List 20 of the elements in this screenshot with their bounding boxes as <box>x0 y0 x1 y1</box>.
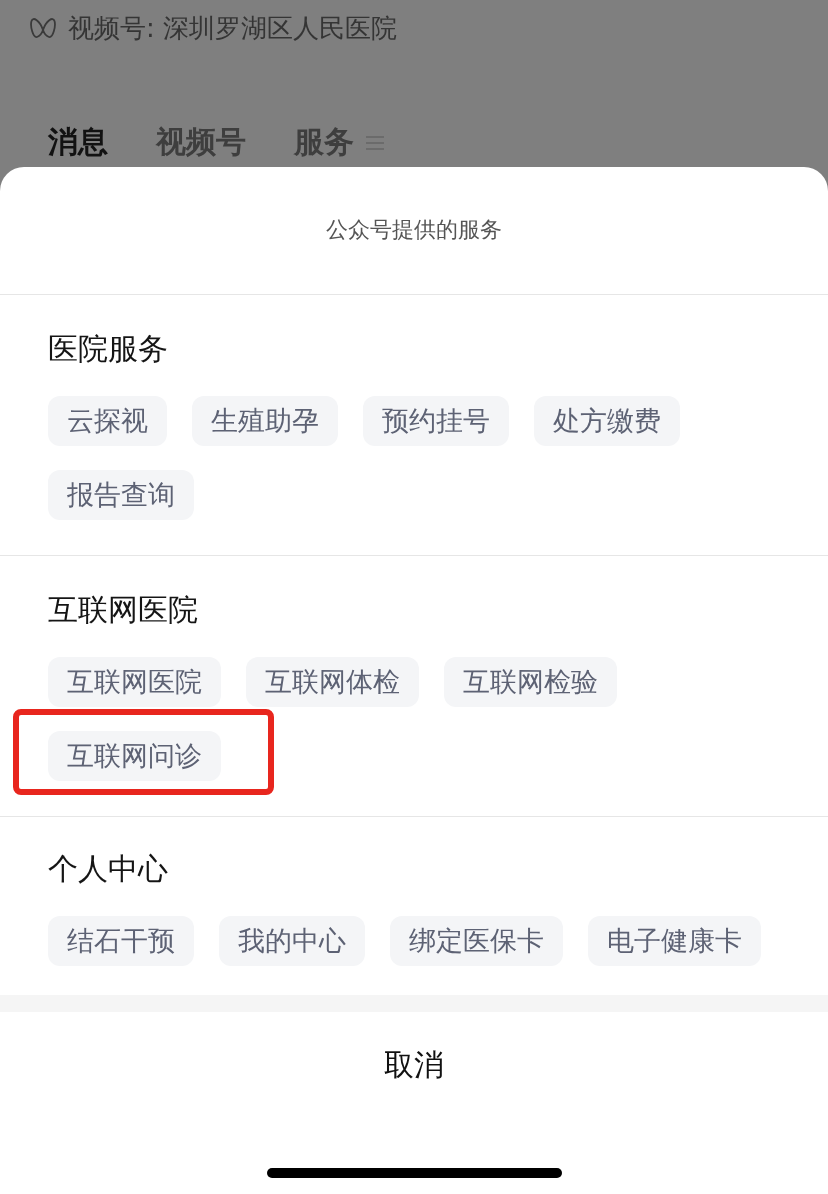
service-chip[interactable]: 云探视 <box>48 396 167 446</box>
service-chip[interactable]: 预约挂号 <box>363 396 509 446</box>
service-chip[interactable]: 报告查询 <box>48 470 194 520</box>
service-chip[interactable]: 处方缴费 <box>534 396 680 446</box>
service-chip[interactable]: 绑定医保卡 <box>390 916 563 966</box>
service-chip[interactable]: 互联网检验 <box>444 657 617 707</box>
butterfly-icon <box>30 17 56 39</box>
section-title: 个人中心 <box>48 850 168 888</box>
sheet-title: 公众号提供的服务 <box>326 215 502 244</box>
service-chip[interactable]: 电子健康卡 <box>588 916 761 966</box>
service-chip[interactable]: 我的中心 <box>219 916 365 966</box>
service-chip[interactable]: 结石干预 <box>48 916 194 966</box>
section-title: 互联网医院 <box>48 591 198 629</box>
service-chip[interactable]: 互联网体检 <box>246 657 419 707</box>
service-chip[interactable]: 生殖助孕 <box>192 396 338 446</box>
tab[interactable]: 消息 <box>48 122 108 163</box>
section-title: 医院服务 <box>48 330 168 368</box>
service-chip[interactable]: 互联网医院 <box>48 657 221 707</box>
channel-title: 视频号: 深圳罗湖区人民医院 <box>68 11 398 45</box>
service-chip[interactable]: 互联网问诊 <box>48 731 221 781</box>
